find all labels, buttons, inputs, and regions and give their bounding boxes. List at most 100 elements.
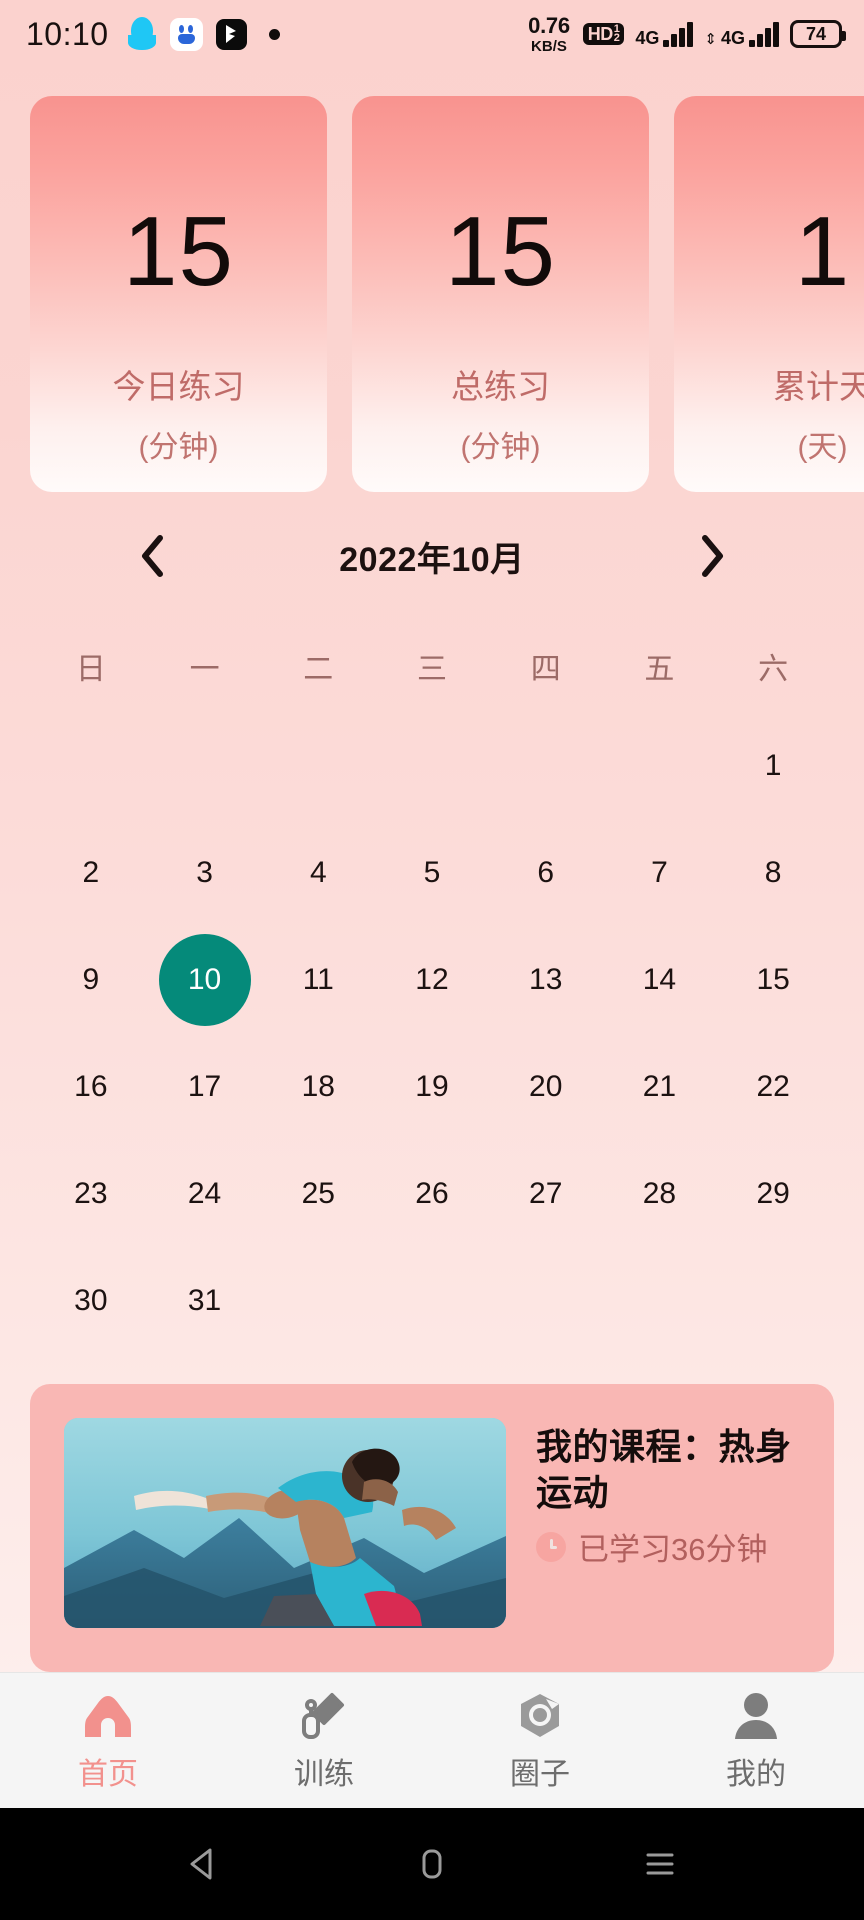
status-bar: 10:10 0.76 KB/S HD 1 2 4G ⇕ 4G 74 <box>0 0 864 68</box>
weekday-label: 六 <box>758 653 789 686</box>
app-icon <box>215 18 247 50</box>
calendar-day-1[interactable]: 1 <box>716 712 830 819</box>
calendar-day-13[interactable]: 13 <box>489 926 603 1033</box>
android-navigation-bar <box>0 1808 864 1920</box>
calendar-week-row: 30 31 <box>34 1247 830 1354</box>
sim1-signal: 4G <box>635 21 694 48</box>
calendar-title: 2022年10月 <box>339 540 525 579</box>
network-speed-value: 0.76 <box>528 12 570 38</box>
calendar-day-21[interactable]: 21 <box>603 1033 717 1140</box>
stat-value: 1 <box>794 196 851 306</box>
course-progress-label: 已学习36分钟 <box>578 1532 768 1568</box>
calendar-day-15[interactable]: 15 <box>716 926 830 1033</box>
person-icon <box>733 1689 779 1741</box>
weekday-label: 四 <box>530 653 561 686</box>
calendar-day-30[interactable]: 30 <box>34 1247 148 1354</box>
tab-home[interactable]: 首页 <box>0 1689 216 1793</box>
calendar-day-6[interactable]: 6 <box>489 819 603 926</box>
sim2-network-label: 4G <box>720 27 745 48</box>
status-notification-icons <box>127 17 280 51</box>
calendar-week-row: 16 17 18 19 20 21 22 <box>34 1033 830 1140</box>
tab-profile[interactable]: 我的 <box>648 1689 864 1793</box>
baidu-icon <box>169 17 203 51</box>
bottom-tab-bar: 首页 训练 圈子 我的 <box>0 1672 864 1808</box>
calendar-day-18[interactable]: 18 <box>261 1033 375 1140</box>
calendar-weekday-row: 日 一 二 三 四 五 六 <box>34 620 830 712</box>
chevron-left-icon[interactable] <box>130 534 174 578</box>
calendar-day-5[interactable]: 5 <box>375 819 489 926</box>
sim1-network-label: 4G <box>635 27 660 48</box>
calendar-week-row: 23 24 25 26 27 28 29 <box>34 1140 830 1247</box>
calendar-day-4[interactable]: 4 <box>261 819 375 926</box>
calendar-day-27[interactable]: 27 <box>489 1140 603 1247</box>
stat-card-total[interactable]: 15 总练习 (分钟) <box>352 96 649 492</box>
recents-button[interactable] <box>638 1842 682 1886</box>
calendar-day-19[interactable]: 19 <box>375 1033 489 1140</box>
weekday-label: 三 <box>416 653 447 686</box>
home-button[interactable] <box>410 1842 454 1886</box>
dot-icon <box>268 28 280 40</box>
calendar-day-11[interactable]: 11 <box>261 926 375 1033</box>
stat-label: 今日练习 <box>112 368 245 405</box>
course-section: 我的课程：热身运动 已学习36分钟 <box>0 1354 864 1672</box>
tab-label: 我的 <box>726 1757 786 1791</box>
home-icon <box>82 1689 134 1741</box>
calendar-day-29[interactable]: 29 <box>716 1140 830 1247</box>
weekday-label: 日 <box>75 653 106 686</box>
calendar-day-16[interactable]: 16 <box>34 1033 148 1140</box>
phone-screen: 10:10 0.76 KB/S HD 1 2 4G ⇕ 4G 74 15 今日练… <box>0 0 864 1920</box>
stat-value: 15 <box>122 196 234 306</box>
tab-label: 训练 <box>294 1757 354 1791</box>
calendar-day-7[interactable]: 7 <box>603 819 717 926</box>
calendar-week-row: 2 3 4 5 6 7 8 <box>34 819 830 926</box>
hd-voice-icon: HD 1 2 <box>582 23 625 45</box>
tab-training[interactable]: 训练 <box>216 1689 432 1793</box>
calendar-day-31[interactable]: 31 <box>148 1247 262 1354</box>
stat-label: 总练习 <box>451 368 550 405</box>
tab-community[interactable]: 圈子 <box>432 1689 648 1793</box>
data-transfer-icon: ⇕ <box>704 31 717 48</box>
calendar-day-28[interactable]: 28 <box>603 1140 717 1247</box>
calendar-day-selected[interactable]: 10 <box>148 926 262 1033</box>
calendar-week-row: 9 10 11 12 13 14 15 <box>34 926 830 1033</box>
calendar-day-23[interactable]: 23 <box>34 1140 148 1247</box>
calendar-day-20[interactable]: 20 <box>489 1033 603 1140</box>
calendar-day-24[interactable]: 24 <box>148 1140 262 1247</box>
calendar-day-12[interactable]: 12 <box>375 926 489 1033</box>
stat-card-today[interactable]: 15 今日练习 (分钟) <box>30 96 327 492</box>
calendar-day-2[interactable]: 2 <box>34 819 148 926</box>
calendar-day-3[interactable]: 3 <box>148 819 262 926</box>
status-time: 10:10 <box>26 15 109 52</box>
calendar-day-14[interactable]: 14 <box>603 926 717 1033</box>
sim2-signal: ⇕ 4G <box>704 21 779 48</box>
weekday-label: 一 <box>189 653 220 686</box>
calendar-day-25[interactable]: 25 <box>261 1140 375 1247</box>
calendar-day-22[interactable]: 22 <box>716 1033 830 1140</box>
qq-icon <box>127 17 157 51</box>
course-progress: 已学习36分钟 <box>536 1524 808 1569</box>
chevron-right-icon[interactable] <box>690 534 734 578</box>
stat-unit: (天) <box>797 431 848 464</box>
dumbbell-icon <box>300 1689 348 1741</box>
calendar-day-9[interactable]: 9 <box>34 926 148 1033</box>
tab-label: 首页 <box>78 1757 138 1791</box>
course-card[interactable]: 我的课程：热身运动 已学习36分钟 <box>30 1384 834 1672</box>
clock-icon <box>536 1531 566 1562</box>
stat-cards-row[interactable]: 15 今日练习 (分钟) 15 总练习 (分钟) 1 累计天 (天) <box>0 68 864 492</box>
network-speed-unit: KB/S <box>531 37 567 55</box>
weekday-label: 二 <box>303 653 334 686</box>
course-info: 我的课程：热身运动 已学习36分钟 <box>536 1418 808 1642</box>
stat-card-days[interactable]: 1 累计天 (天) <box>674 96 864 492</box>
signal-bars-icon-2 <box>749 21 779 47</box>
calendar-day-26[interactable]: 26 <box>375 1140 489 1247</box>
network-speed: 0.76 KB/S <box>528 12 570 55</box>
stat-label: 累计天 <box>773 368 864 405</box>
course-thumbnail[interactable] <box>64 1418 506 1628</box>
back-button[interactable] <box>182 1842 226 1886</box>
calendar: 2022年10月 日 一 二 三 四 五 六 1 2 3 4 5 6 7 8 9… <box>0 492 864 1354</box>
calendar-day-17[interactable]: 17 <box>148 1033 262 1140</box>
signal-bars-icon <box>663 21 694 47</box>
calendar-day-8[interactable]: 8 <box>716 819 830 926</box>
stat-unit: (分钟) <box>460 431 541 464</box>
battery-icon: 74 <box>790 20 846 48</box>
